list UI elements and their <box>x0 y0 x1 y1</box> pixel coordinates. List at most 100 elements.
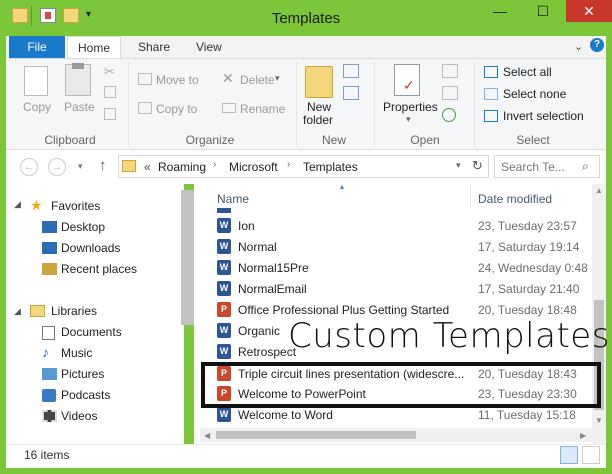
delete-button[interactable]: Delete <box>240 73 275 87</box>
word-file-icon: W <box>217 260 231 275</box>
copy-icon[interactable] <box>24 66 48 96</box>
select-none-icon[interactable] <box>484 88 498 100</box>
new-folder-label-1[interactable]: New <box>307 100 331 114</box>
nav-music[interactable]: Music <box>61 346 92 360</box>
nav-recent-places[interactable]: Recent places <box>61 262 137 276</box>
open-icon[interactable] <box>442 64 458 78</box>
copy-button[interactable]: Copy <box>23 100 51 114</box>
tab-share[interactable]: Share <box>128 36 180 58</box>
collapse-favorites-icon[interactable]: ◢ <box>14 199 21 210</box>
breadcrumb-roaming[interactable]: Roaming <box>158 160 206 174</box>
move-to-icon[interactable] <box>138 73 152 85</box>
podcasts-icon <box>42 389 56 402</box>
column-header-date[interactable]: Date modified <box>478 192 552 206</box>
move-to-button[interactable]: Move to <box>156 73 199 87</box>
nav-podcasts[interactable]: Podcasts <box>61 388 110 402</box>
select-all-icon[interactable] <box>484 66 498 78</box>
powerpoint-file-icon: P <box>217 302 231 317</box>
search-icon[interactable]: ⌕ <box>582 159 589 174</box>
maximize-button[interactable]: ☐ <box>522 0 564 22</box>
nav-favorites[interactable]: Favorites <box>51 199 100 213</box>
scroll-right-icon[interactable]: ▶ <box>580 431 586 440</box>
word-file-icon: W <box>217 218 231 233</box>
file-name[interactable]: NormalEmail <box>238 282 466 296</box>
file-name[interactable]: Normal15Pre <box>238 261 466 275</box>
close-button[interactable]: ✕ <box>566 0 612 22</box>
column-header-name[interactable]: Name <box>217 192 249 206</box>
new-item-icon[interactable] <box>343 64 359 78</box>
horizontal-scroll-thumb[interactable] <box>216 431 416 439</box>
paste-icon[interactable] <box>65 63 91 96</box>
new-folder-label-2[interactable]: folder <box>303 113 333 127</box>
highlight-box <box>201 362 601 408</box>
refresh-icon[interactable]: ↻ <box>472 158 483 174</box>
select-none-button[interactable]: Select none <box>503 87 566 101</box>
search-input[interactable]: Search Te... <box>501 160 565 174</box>
edit-icon[interactable] <box>442 86 458 100</box>
breadcrumb-overflow[interactable]: « <box>144 160 151 174</box>
file-name[interactable]: Normal <box>238 240 466 254</box>
paste-shortcut-icon[interactable] <box>104 108 116 120</box>
file-name[interactable]: Organic <box>238 324 283 338</box>
cut-icon[interactable]: ✂ <box>104 64 115 80</box>
tab-file[interactable]: File <box>9 36 65 58</box>
file-date: 20, Tuesday 18:48 <box>478 303 577 317</box>
copy-to-button[interactable]: Copy to <box>156 102 197 116</box>
invert-selection-button[interactable]: Invert selection <box>503 109 584 123</box>
group-label-open: Open <box>410 133 440 147</box>
tab-view[interactable]: View <box>186 36 232 58</box>
rename-button[interactable]: Rename <box>240 102 285 116</box>
new-folder-icon[interactable] <box>305 66 333 98</box>
delete-dropdown-icon[interactable]: ▾ <box>275 73 280 84</box>
file-name[interactable]: Office Professional Plus Getting Started <box>238 303 466 317</box>
copy-path-icon[interactable] <box>104 86 116 98</box>
file-name[interactable]: Welcome to Word <box>238 408 466 422</box>
properties-button[interactable]: Properties <box>383 100 438 114</box>
item-count: 16 items <box>24 448 70 462</box>
delete-icon[interactable]: ✕ <box>222 70 234 87</box>
select-all-button[interactable]: Select all <box>503 65 552 79</box>
scroll-down-icon[interactable]: ▼ <box>595 416 603 425</box>
invert-selection-icon[interactable] <box>484 110 498 122</box>
file-name[interactable]: Ion <box>238 219 466 233</box>
star-icon: ★ <box>30 197 43 213</box>
nav-downloads[interactable]: Downloads <box>61 241 120 255</box>
scroll-left-icon[interactable]: ◀ <box>204 431 210 440</box>
scroll-up-icon[interactable]: ▲ <box>595 186 603 195</box>
address-dropdown-icon[interactable]: ▾ <box>456 160 461 171</box>
properties-icon[interactable]: ✓ <box>394 64 420 96</box>
easy-access-icon[interactable] <box>343 86 359 100</box>
nav-pictures[interactable]: Pictures <box>61 367 104 381</box>
nav-documents[interactable]: Documents <box>61 325 122 339</box>
details-view-icon[interactable] <box>560 446 578 464</box>
nav-libraries[interactable]: Libraries <box>51 304 97 318</box>
nav-desktop[interactable]: Desktop <box>61 220 105 234</box>
rename-icon[interactable] <box>222 103 236 113</box>
recent-locations-icon[interactable]: ▾ <box>78 161 83 172</box>
history-icon[interactable] <box>442 108 456 122</box>
up-button[interactable]: ↑ <box>99 157 107 174</box>
nav-videos[interactable]: Videos <box>61 409 97 423</box>
breadcrumb-templates[interactable]: Templates <box>303 160 358 174</box>
copy-to-icon[interactable] <box>138 102 152 114</box>
back-button[interactable]: ← <box>20 158 38 176</box>
forward-button[interactable]: → <box>48 158 66 176</box>
group-separator <box>374 62 375 146</box>
tab-home[interactable]: Home <box>67 36 122 59</box>
file-date: 17, Saturday 19:14 <box>478 240 580 254</box>
large-icons-view-icon[interactable] <box>582 446 600 464</box>
group-label-select: Select <box>516 133 550 147</box>
breadcrumb-microsoft[interactable]: Microsoft <box>229 160 278 174</box>
file-date: 11, Tuesday 15:18 <box>478 408 576 422</box>
word-file-icon: W <box>217 239 231 254</box>
paste-button[interactable]: Paste <box>64 100 95 114</box>
nav-scrollbar[interactable] <box>181 190 194 325</box>
help-icon[interactable]: ? <box>590 38 604 52</box>
properties-dropdown-icon[interactable]: ▾ <box>406 114 411 125</box>
collapse-ribbon-icon[interactable]: ⌄ <box>574 40 583 53</box>
collapse-libraries-icon[interactable]: ◢ <box>14 306 21 317</box>
downloads-icon <box>42 242 57 254</box>
column-divider[interactable] <box>470 186 471 208</box>
breadcrumb-separator-icon: › <box>287 159 291 170</box>
minimize-button[interactable]: — <box>480 0 520 22</box>
